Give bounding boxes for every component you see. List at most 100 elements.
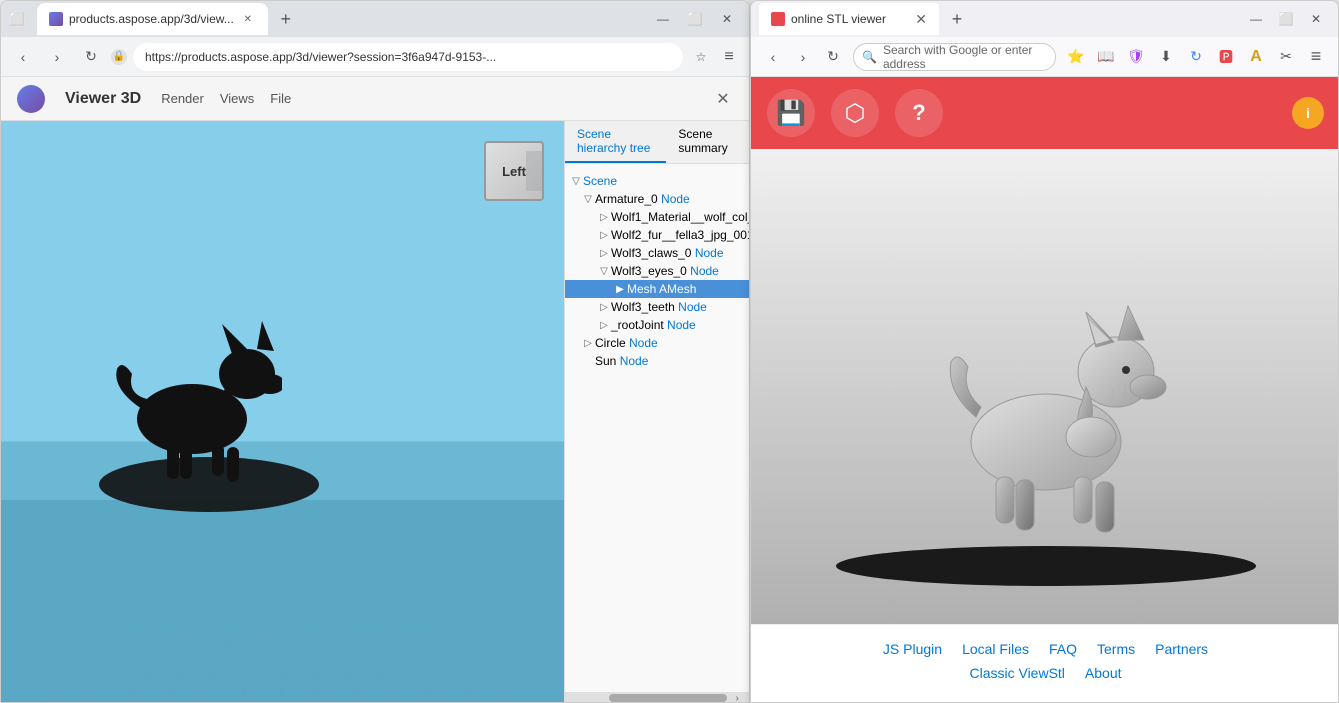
- minimize-btn[interactable]: —: [649, 5, 677, 33]
- canvas-area[interactable]: Left: [1, 121, 564, 703]
- right-new-tab-btn[interactable]: +: [943, 5, 971, 33]
- right-search-container[interactable]: 🔍 Search with Google or enter address: [853, 43, 1056, 71]
- tree-item-wolf3teeth[interactable]: ▷ Wolf3_teeth Node: [565, 298, 750, 316]
- tree-expand-wolf1: ▷: [597, 210, 611, 224]
- ff-icon-screenshots[interactable]: ✂: [1272, 43, 1300, 71]
- right-tab-close[interactable]: ✕: [915, 11, 927, 28]
- menu-views[interactable]: Views: [220, 91, 254, 106]
- right-forward-btn[interactable]: ›: [789, 43, 817, 71]
- right-close[interactable]: ✕: [1302, 5, 1330, 33]
- scrollbar-thumb[interactable]: [609, 694, 728, 702]
- canvas-background: Left: [1, 121, 564, 703]
- right-minimize[interactable]: —: [1242, 5, 1270, 33]
- menu-file[interactable]: File: [270, 91, 291, 106]
- tree-item-scene[interactable]: ▽ Scene: [565, 172, 750, 190]
- ff-icon-bookmark[interactable]: ⭐: [1062, 43, 1090, 71]
- tree-expand-wolf3teeth: ▷: [597, 300, 611, 314]
- ff-icon-sync[interactable]: ↻: [1182, 43, 1210, 71]
- left-window-controls: ⬜: [9, 11, 25, 27]
- scene-panel-header: Scene hierarchy tree Scene summary: [565, 121, 750, 164]
- ff-icon-reader[interactable]: 📖: [1092, 43, 1120, 71]
- scene-summary-tab[interactable]: Scene summary: [666, 121, 750, 163]
- left-tab-favicon: [49, 12, 63, 26]
- right-refresh-btn[interactable]: ↻: [819, 43, 847, 71]
- tree-item-wolf1[interactable]: ▷ Wolf1_Material__wolf_col_tg...: [565, 208, 750, 226]
- ff-icon-amazon[interactable]: A: [1242, 43, 1270, 71]
- tree-label-wolf3teeth: Wolf3_teeth Node: [611, 300, 707, 314]
- footer-link-classic[interactable]: Classic ViewStl: [969, 665, 1064, 681]
- viewer3d-app: Viewer 3D Render Views File ✕: [1, 77, 750, 703]
- tree-item-wolf3claws[interactable]: ▷ Wolf3_claws_0 Node: [565, 244, 750, 262]
- left-new-tab-btn[interactable]: +: [272, 5, 300, 33]
- ff-icon-download[interactable]: ⬇: [1152, 43, 1180, 71]
- tree-label-wolf2: Wolf2_fur__fella3_jpg_001_0...: [611, 228, 750, 242]
- back-btn[interactable]: ‹: [9, 43, 37, 71]
- stl-cube-btn[interactable]: ⬡: [831, 89, 879, 137]
- bookmark-icon[interactable]: ☆: [689, 45, 713, 69]
- stl-canvas[interactable]: [751, 149, 1339, 624]
- footer-link-terms[interactable]: Terms: [1097, 641, 1135, 657]
- right-active-tab[interactable]: online STL viewer ✕: [759, 3, 939, 35]
- right-maximize[interactable]: ⬜: [1272, 5, 1300, 33]
- viewer3d-title: Viewer 3D: [65, 90, 141, 108]
- ff-icon-menu[interactable]: ≡: [1302, 43, 1330, 71]
- tree-label-armature: Armature_0 Node: [595, 192, 690, 206]
- footer-link-localfiles[interactable]: Local Files: [962, 641, 1029, 657]
- left-tab-close[interactable]: ✕: [240, 11, 256, 27]
- footer-link-about[interactable]: About: [1085, 665, 1122, 681]
- cube-face: Left: [484, 141, 544, 201]
- stl-help-btn[interactable]: ?: [895, 89, 943, 137]
- wolf-silhouette-svg: [102, 289, 282, 489]
- tree-label-scene: Scene: [583, 174, 617, 188]
- tree-expand-sun: [581, 354, 595, 368]
- footer-link-partners[interactable]: Partners: [1155, 641, 1208, 657]
- ff-icon-container[interactable]: 🛡: [1122, 43, 1150, 71]
- stl-info-btn[interactable]: i: [1292, 97, 1324, 129]
- orientation-label: Left: [502, 164, 526, 179]
- help-icon: ?: [912, 100, 925, 126]
- menu-render[interactable]: Render: [161, 91, 204, 106]
- scene-hierarchy-tab[interactable]: Scene hierarchy tree: [565, 121, 666, 163]
- tree-item-sun[interactable]: Sun Node: [565, 352, 750, 370]
- right-browser: online STL viewer ✕ + — ⬜ ✕ ‹ › ↻ 🔍 Sear…: [750, 0, 1339, 703]
- right-back-btn[interactable]: ‹: [759, 43, 787, 71]
- scene-scrollbar[interactable]: ›: [565, 692, 750, 703]
- security-icon: 🔒: [111, 49, 127, 65]
- tree-expand-rootjoint: ▷: [597, 318, 611, 332]
- footer-link-faq[interactable]: FAQ: [1049, 641, 1077, 657]
- forward-btn[interactable]: ›: [43, 43, 71, 71]
- tree-label-wolf3eyes: Wolf3_eyes_0 Node: [611, 264, 719, 278]
- right-toolbar-icons: ⭐ 📖 🛡 ⬇ ↻ 🅿 A ✂ ≡: [1062, 43, 1330, 71]
- viewer3d-close-btn[interactable]: ✕: [711, 87, 735, 111]
- stl-toolbar: 💾 ⬡ ? i: [751, 77, 1339, 149]
- footer-links-row2: Classic ViewStl About: [767, 665, 1324, 681]
- left-url-input[interactable]: [133, 43, 683, 71]
- tree-item-mesh[interactable]: ▶ Mesh AMesh: [565, 280, 750, 298]
- stl-save-btn[interactable]: 💾: [767, 89, 815, 137]
- tree-item-wolf2[interactable]: ▷ Wolf2_fur__fella3_jpg_001_0...: [565, 226, 750, 244]
- left-tab-bar: ⬜ products.aspose.app/3d/view... ✕ + — ⬜…: [1, 1, 749, 37]
- ff-icon-pocket[interactable]: 🅿: [1212, 43, 1240, 71]
- close-btn[interactable]: ✕: [713, 5, 741, 33]
- menu-icon[interactable]: ≡: [717, 45, 741, 69]
- refresh-btn[interactable]: ↻: [77, 43, 105, 71]
- right-url-text: Search with Google or enter address: [883, 43, 1047, 71]
- viewer3d-logo: [17, 85, 45, 113]
- wolf-model-right: [896, 262, 1196, 567]
- tree-item-wolf3eyes[interactable]: ▽ Wolf3_eyes_0 Node: [565, 262, 750, 280]
- tree-item-rootjoint[interactable]: ▷ _rootJoint Node: [565, 316, 750, 334]
- footer-link-jsplugin[interactable]: JS Plugin: [883, 641, 942, 657]
- stl-footer: JS Plugin Local Files FAQ Terms Partners…: [751, 624, 1339, 703]
- orientation-cube[interactable]: Left: [484, 141, 544, 201]
- viewer3d-content: Left Scene hierarchy tree Scene summary …: [1, 121, 750, 703]
- left-active-tab[interactable]: products.aspose.app/3d/view... ✕: [37, 3, 268, 35]
- right-tab-favicon: [771, 12, 785, 26]
- tree-expand-mesh: ▶: [613, 282, 627, 296]
- tree-label-circle: Circle Node: [595, 336, 658, 350]
- tree-item-armature[interactable]: ▽ Armature_0 Node: [565, 190, 750, 208]
- left-browser: ⬜ products.aspose.app/3d/view... ✕ + — ⬜…: [0, 0, 750, 703]
- tree-label-mesh: Mesh AMesh: [627, 282, 696, 296]
- maximize-btn[interactable]: ⬜: [681, 5, 709, 33]
- tree-item-circle[interactable]: ▷ Circle Node: [565, 334, 750, 352]
- left-address-bar: ‹ › ↻ 🔒 ☆ ≡: [1, 37, 749, 77]
